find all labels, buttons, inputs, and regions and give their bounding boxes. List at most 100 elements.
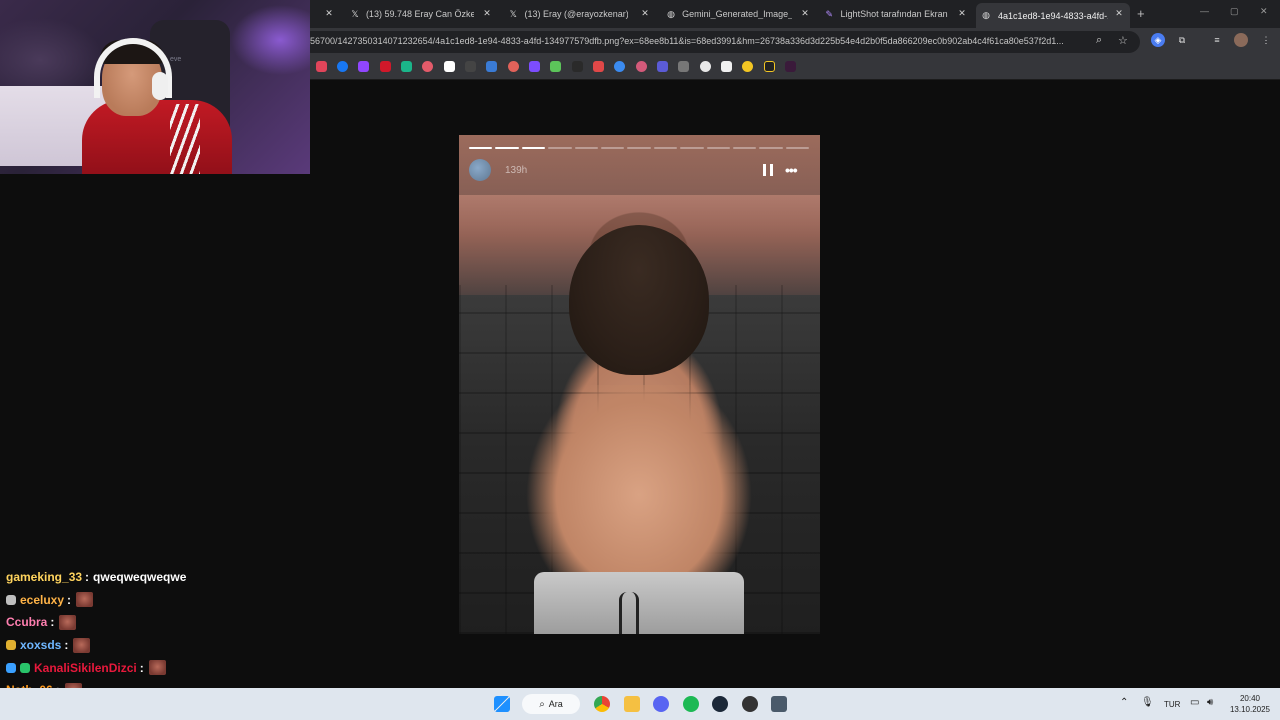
more-options-icon[interactable]: •••: [785, 162, 798, 178]
webcam-streamer-shirt: [82, 100, 232, 174]
pause-icon[interactable]: [763, 164, 773, 176]
new-tab-button[interactable]: +: [1137, 6, 1145, 21]
bookmark-icon[interactable]: [550, 61, 561, 72]
microphone-icon[interactable]: 🎙︎: [1141, 697, 1154, 708]
story-viewer[interactable]: 139h •••: [459, 135, 820, 634]
chat-emote-icon: [73, 637, 91, 653]
maximize-button[interactable]: ▢: [1230, 6, 1239, 17]
spotify-icon[interactable]: [683, 696, 699, 712]
x-logo-icon: 𝕏: [351, 8, 359, 19]
bookmark-icon[interactable]: [422, 61, 433, 72]
bookmark-icon[interactable]: [444, 61, 455, 72]
zoom-icon[interactable]: ⌕: [1096, 34, 1102, 47]
bookmark-icon[interactable]: [572, 61, 583, 72]
bookmark-star-icon[interactable]: ☆: [1118, 34, 1128, 47]
tray-expand-icon[interactable]: ⌃: [1120, 697, 1128, 708]
tab-close-button[interactable]: ✕: [638, 6, 652, 20]
story-progress-segment: [759, 147, 783, 149]
bookmark-icon[interactable]: [614, 61, 625, 72]
feather-icon: ✎: [825, 8, 834, 19]
calculator-icon[interactable]: [771, 696, 787, 712]
bookmark-icon[interactable]: [764, 61, 775, 72]
volume-icon[interactable]: 🔊︎: [1207, 697, 1213, 708]
menu-dots-icon[interactable]: ⋮: [1259, 33, 1273, 47]
tab-active-image[interactable]: ◍ 4a1c1ed8-1e94-4833-a4fd-134 ✕: [976, 3, 1130, 28]
extensions-puzzle-icon[interactable]: ⧉: [1175, 33, 1189, 47]
webcam-overlay: eve: [0, 0, 310, 174]
story-photo-head: [569, 225, 709, 375]
network-icon[interactable]: ▭: [1190, 697, 1199, 708]
screen: ✕ 𝕏 (13) 59.748 Eray Can Özkenar F ✕ 𝕏 (…: [0, 0, 1280, 720]
story-progress-segment: [680, 147, 704, 149]
bookmark-icon[interactable]: [593, 61, 604, 72]
profile-avatar-icon[interactable]: [1234, 33, 1248, 47]
taskbar-search[interactable]: ⌕ Ara: [522, 694, 580, 714]
address-bar[interactable]: 56700/1427350314071232654/4a1c1ed8-1e94-…: [300, 31, 1140, 53]
chat-message: xoxsds:: [6, 634, 306, 657]
steam-icon[interactable]: [712, 696, 728, 712]
chat-username: eceluxy: [20, 592, 65, 607]
windows-start-icon[interactable]: [494, 696, 510, 712]
chat-message: KanaliSikilenDizci:: [6, 656, 306, 679]
story-progress-segment: [653, 147, 678, 149]
bookmark-icon[interactable]: [529, 61, 540, 72]
taskbar-clock[interactable]: 20:40 13.10.2025: [1226, 693, 1274, 715]
discord-icon[interactable]: [653, 696, 669, 712]
chat-message-text: qweqweqweqwe: [93, 570, 187, 585]
file-explorer-icon[interactable]: [624, 696, 640, 712]
tab-lightshot[interactable]: ✎ LightShot tarafından Ekran Gör: [820, 4, 951, 24]
media-control-icon[interactable]: ≡: [1210, 33, 1224, 47]
bookmark-icon[interactable]: [316, 61, 327, 72]
bookmark-icon[interactable]: [486, 61, 497, 72]
bookmark-icon[interactable]: [636, 61, 647, 72]
bookmark-icon[interactable]: [700, 61, 711, 72]
extension-icon[interactable]: ◈: [1151, 33, 1165, 47]
webcam-shirt-stripes: [170, 104, 200, 174]
tab-gemini-image[interactable]: ◍ Gemini_Generated_Image_bpcu: [662, 4, 792, 24]
bookmark-icon[interactable]: [721, 61, 732, 72]
tab-close-button[interactable]: ✕: [322, 6, 336, 20]
bookmark-icon[interactable]: [401, 61, 412, 72]
story-progress-segment: [495, 147, 519, 149]
story-author-avatar[interactable]: [469, 159, 491, 181]
bookmark-icon[interactable]: [380, 61, 391, 72]
tab-x-profile-1[interactable]: 𝕏 (13) 59.748 Eray Can Özkenar F: [346, 4, 474, 24]
chrome-icon[interactable]: [594, 696, 610, 712]
story-timestamp: 139h: [505, 165, 528, 176]
url-text[interactable]: 56700/1427350314071232654/4a1c1ed8-1e94-…: [310, 36, 1080, 46]
chat-emote-icon: [59, 614, 77, 630]
tab-close-button[interactable]: ✕: [1112, 6, 1126, 20]
windows-taskbar: ⌕ Ara ⌃ 🎙︎ TUR ▭ 🔊︎ 20:40 13.10.2025: [0, 688, 1280, 720]
twitch-bookmark-icon[interactable]: [358, 61, 369, 72]
bookmark-icon[interactable]: [465, 61, 476, 72]
bookmark-icon[interactable]: [742, 61, 753, 72]
clock-time: 20:40: [1239, 694, 1261, 703]
obs-icon[interactable]: [742, 696, 758, 712]
bookmark-icon[interactable]: [508, 61, 519, 72]
tab-close-button[interactable]: ✕: [798, 6, 812, 20]
bookmark-icon[interactable]: [657, 61, 668, 72]
tab-x-profile-2[interactable]: 𝕏 (13) Eray (@erayozkenar) / X: [504, 4, 628, 24]
story-progress-segment: [627, 147, 651, 149]
close-window-button[interactable]: ✕: [1260, 6, 1268, 17]
chat-badge-icon: [6, 594, 16, 605]
tab-close-button[interactable]: ✕: [955, 6, 969, 20]
minimize-button[interactable]: —: [1200, 6, 1209, 16]
chat-username: xoxsds: [20, 638, 62, 653]
chat-message: eceluxy:: [6, 589, 306, 612]
story-progress-segment: [574, 147, 598, 149]
chat-badge-icon: [6, 640, 16, 651]
facebook-bookmark-icon[interactable]: [337, 61, 348, 72]
tab-title: (13) 59.748 Eray Can Özkenar F: [365, 9, 474, 19]
story-progress-segment: [785, 147, 810, 149]
chat-username: KanaliSikilenDizci: [34, 660, 137, 675]
tab-close-button[interactable]: ✕: [480, 6, 494, 20]
story-photo-drawstring: [619, 592, 639, 634]
chat-emote-icon: [148, 660, 166, 676]
tab-title: LightShot tarafından Ekran Gör: [840, 9, 950, 19]
bookmark-icon[interactable]: [785, 61, 796, 72]
bookmark-icon[interactable]: [678, 61, 689, 72]
chat-separator: :: [139, 660, 144, 675]
language-indicator[interactable]: TUR: [1164, 700, 1180, 709]
tab-title: 4a1c1ed8-1e94-4833-a4fd-134: [998, 10, 1108, 21]
